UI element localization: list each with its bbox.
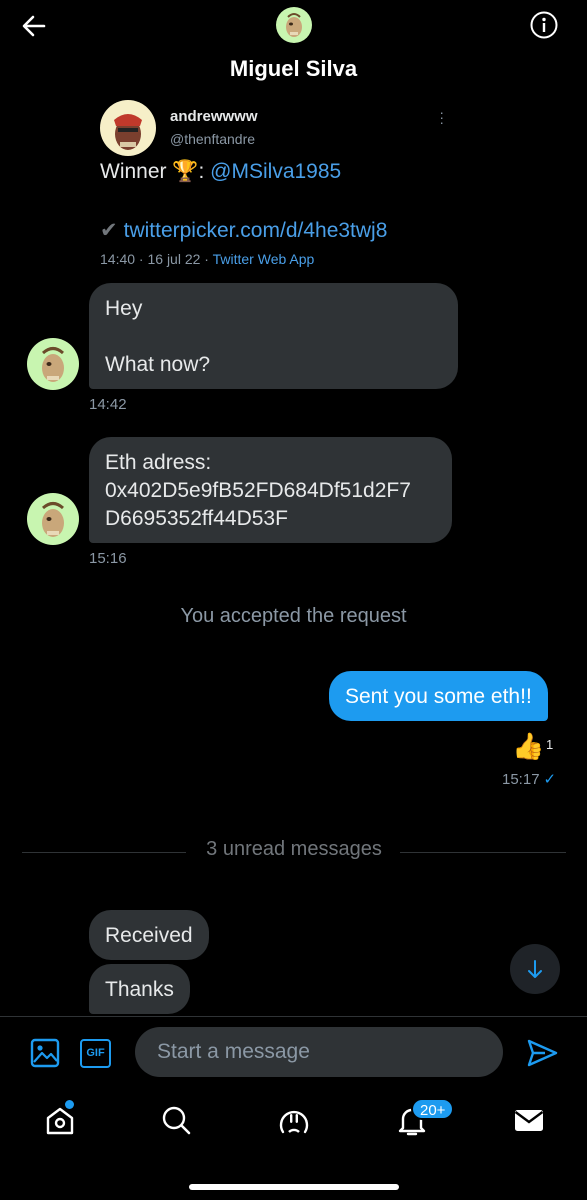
message-timestamp: 15:16 [89, 550, 127, 567]
check-icon: ✔ [100, 219, 118, 242]
back-button[interactable] [18, 10, 50, 42]
gif-button[interactable]: GIF [80, 1039, 111, 1068]
message-text: Eth adress: [105, 451, 212, 474]
unread-label: 3 unread messages [206, 838, 382, 860]
message-text: D6695352ff44D53F [105, 507, 288, 530]
tweet-link[interactable]: twitterpicker.com/d/4he3twj8 [124, 219, 388, 242]
message-text: Received [105, 924, 193, 947]
media-button[interactable] [30, 1038, 60, 1068]
thumbs-up-icon[interactable]: 👍 [512, 731, 544, 762]
home-indicator[interactable] [189, 1184, 399, 1190]
message-bubble-received[interactable]: Hey What now? [89, 283, 458, 389]
sent-timestamp: 15:17 ✓ [502, 770, 556, 788]
message-bubble-received[interactable]: Thanks [89, 964, 190, 1014]
sender-avatar[interactable] [27, 338, 79, 390]
message-text: Sent you some eth!! [345, 685, 532, 708]
tweet-text-prefix: Winner 🏆: [100, 160, 211, 183]
home-new-dot [65, 1100, 74, 1109]
arrow-left-icon [22, 15, 46, 37]
message-bubble-received[interactable]: Received [89, 910, 209, 960]
sender-avatar[interactable] [27, 493, 79, 545]
conversation-title[interactable]: Miguel Silva [0, 56, 587, 82]
tweet-author-name: andrewwww [170, 108, 258, 125]
message-input[interactable]: Start a message [135, 1027, 503, 1077]
sent-check-icon: ✓ [543, 771, 557, 788]
info-button[interactable] [529, 10, 559, 40]
more-options-icon[interactable]: · · · [439, 105, 444, 129]
reaction-count: 1 [546, 737, 554, 752]
tweet-source-link[interactable]: Twitter Web App [213, 251, 315, 267]
mail-icon [514, 1110, 544, 1131]
tab-search[interactable] [158, 1102, 194, 1138]
send-button[interactable] [525, 1036, 559, 1070]
notification-badge: 20+ [411, 1098, 455, 1120]
search-icon [162, 1106, 191, 1135]
message-text: Thanks [105, 978, 174, 1001]
request-accepted-note: You accepted the request [180, 605, 407, 627]
tweet-meta: 14:40 · 16 jul 22 · Twitter Web App [100, 251, 314, 267]
unread-divider: 3 unread messages [22, 838, 566, 866]
message-composer: GIF Start a message [0, 1016, 587, 1088]
message-timestamp: 14:42 [89, 396, 127, 413]
tab-spaces[interactable] [276, 1102, 312, 1138]
tweet-author-avatar[interactable] [100, 100, 156, 156]
bottom-tab-bar: 20+ [0, 1088, 587, 1200]
conversation-header: Miguel Silva [0, 0, 587, 96]
header-avatar[interactable] [276, 7, 312, 43]
sent-time-text: 15:17 [502, 771, 540, 788]
message-bubble-received[interactable]: Eth adress: 0x402D5e9fB52FD684Df51d2F7 D… [89, 437, 452, 543]
send-icon [527, 1039, 558, 1067]
image-icon [30, 1038, 60, 1068]
info-icon [530, 11, 558, 39]
scroll-to-bottom-button[interactable] [510, 944, 560, 994]
message-bubble-sent[interactable]: Sent you some eth!! [329, 671, 548, 721]
message-text: Hey [105, 297, 143, 320]
message-text: What now? [105, 353, 211, 376]
tweet-timestamp: 14:40 · 16 jul 22 · [100, 251, 213, 267]
message-text: 0x402D5e9fB52FD684Df51d2F7 [105, 479, 411, 502]
arrow-down-icon [528, 960, 542, 978]
tweet-mention-link[interactable]: @MSilva1985 [210, 160, 341, 183]
tweet-text: Winner 🏆: @MSilva1985 [100, 160, 341, 184]
tweet-author-handle: @thenftandre [170, 131, 256, 147]
spaces-icon [279, 1110, 309, 1134]
tweet-link-line: ✔ twitterpicker.com/d/4he3twj8 [100, 218, 387, 243]
tab-messages[interactable] [511, 1102, 547, 1138]
